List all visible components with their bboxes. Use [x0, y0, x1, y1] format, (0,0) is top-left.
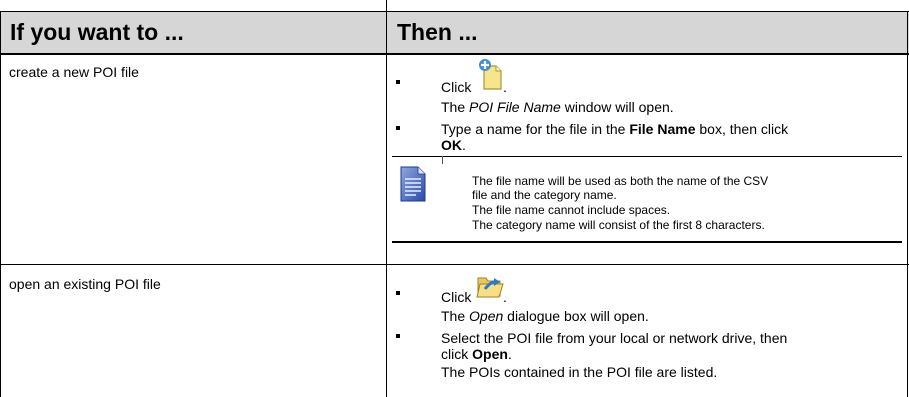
open-folder-icon[interactable] [476, 270, 504, 300]
instruction-table: If you want to ... Then ... create a new… [0, 0, 909, 397]
row-divider [0, 264, 909, 265]
row2-step1-click: Click [441, 289, 472, 305]
row2-step2-line1: Select the POI file from your local or n… [441, 330, 788, 346]
header-bottom-border [0, 53, 909, 55]
bullet [396, 80, 400, 84]
row2-step2-line2: click Open. [441, 346, 512, 362]
note-tick [442, 156, 443, 164]
table-right-border [907, 11, 908, 397]
bullet [396, 291, 400, 295]
header-col-result: Then ... [397, 19, 478, 45]
note-line-3: The file name cannot include spaces. [472, 203, 671, 217]
note-line-1: The file name will be used as both the n… [472, 174, 769, 188]
row1-step2-line1: Type a name for the file in the File Nam… [441, 121, 789, 137]
column-divider [386, 0, 387, 397]
row1-step2-line2: OK. [441, 137, 466, 153]
bullet [396, 126, 400, 130]
row2-step1-result: The Open dialogue box will open. [441, 308, 649, 324]
row2-step2-result: The POIs contained in the POI file are l… [441, 364, 718, 380]
header-col-action: If you want to ... [10, 19, 184, 45]
row1-step1-period: . [503, 79, 507, 95]
document-note-icon [400, 166, 426, 202]
table-left-border [0, 11, 1, 397]
row2-step1-period: . [503, 289, 507, 305]
table-top-border [0, 11, 909, 12]
note-line-2: file and the category name. [472, 188, 617, 202]
row2-action: open an existing POI file [9, 276, 161, 292]
note-top-rule [392, 156, 902, 157]
row1-step1-click: Click [441, 79, 472, 95]
new-file-icon[interactable] [476, 57, 504, 91]
note-bottom-rule [392, 241, 902, 243]
bullet [396, 334, 400, 338]
row1-step1-result: The POI File Name window will open. [441, 99, 674, 115]
note-line-4: The category name will consist of the fi… [472, 218, 765, 232]
row1-action: create a new POI file [9, 64, 139, 80]
